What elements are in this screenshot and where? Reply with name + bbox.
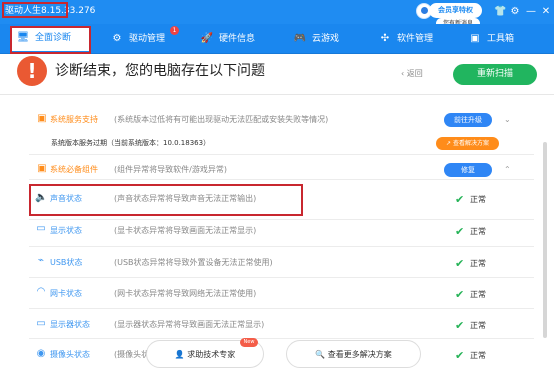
separator bbox=[0, 94, 554, 95]
components-title: 系统必备组件 bbox=[50, 165, 98, 174]
expert-label: 求助技术专家 bbox=[187, 350, 236, 359]
row-title: 显示器状态 bbox=[50, 320, 90, 329]
row-title: USB状态 bbox=[50, 258, 83, 267]
row-title: 摄像头状态 bbox=[50, 350, 90, 359]
tab-label: 工具箱 bbox=[487, 34, 515, 44]
status-label: 正常 bbox=[470, 321, 486, 330]
display-icon: ▭ bbox=[36, 223, 46, 234]
row-desc: (网卡状态异常将导致网络无法正常使用) bbox=[114, 289, 257, 298]
status-label: 正常 bbox=[470, 195, 486, 204]
more-solutions-button[interactable]: 🔍 查看更多解决方案 bbox=[286, 340, 421, 368]
check-icon: ✔ bbox=[455, 288, 465, 301]
check-icon: ✔ bbox=[455, 257, 465, 270]
tab-cloud-game[interactable]: 🎮 云游戏 bbox=[293, 31, 339, 48]
new-badge: New bbox=[240, 338, 258, 347]
repair-button[interactable]: 修复 bbox=[444, 163, 492, 177]
tab-hardware[interactable]: 🚀 硬件信息 bbox=[200, 31, 255, 48]
service-desc: (系统版本过低将有可能出现驱动无法匹配或安装失败等情况) bbox=[114, 115, 329, 124]
gear-icon: ⚙ bbox=[112, 33, 122, 44]
service-title: 系统服务支持 bbox=[50, 115, 98, 124]
check-icon: ✔ bbox=[455, 193, 465, 206]
main-nav: 🖥 全面诊断 ⚙ 驱动管理 🚀 硬件信息 🎮 云游戏 ✣ 软件管理 ▣ 工具箱 bbox=[0, 24, 554, 54]
divider bbox=[29, 179, 534, 180]
solution-label: 查看解决方案 bbox=[452, 140, 489, 147]
shirt-icon[interactable]: 👕 bbox=[494, 6, 506, 18]
divider bbox=[29, 219, 534, 220]
divider bbox=[29, 308, 534, 309]
chevron-down-icon[interactable]: ⌄ bbox=[504, 116, 512, 124]
status-label: 正常 bbox=[470, 259, 486, 268]
rocket-icon: 🚀 bbox=[200, 33, 214, 44]
status-label: 正常 bbox=[470, 351, 486, 360]
tab-driver[interactable]: ⚙ 驱动管理 bbox=[110, 31, 166, 48]
tab-software[interactable]: ✣ 软件管理 bbox=[378, 31, 433, 48]
divider bbox=[29, 338, 534, 339]
back-link[interactable]: ‹ 返回 bbox=[401, 68, 423, 79]
row-desc: (显示器状态异常将导致画面无法正常显示) bbox=[114, 320, 265, 329]
search-icon: 🔍 bbox=[315, 350, 326, 359]
highlight-box-row bbox=[29, 184, 303, 216]
rescan-button[interactable]: 重新扫描 bbox=[453, 64, 537, 85]
status-label: 正常 bbox=[470, 290, 486, 299]
gamepad-icon: 🎮 bbox=[293, 33, 307, 44]
member-pill[interactable]: 会员享特权 bbox=[429, 3, 482, 18]
calendar-icon: ▣ bbox=[37, 163, 47, 174]
gear-icon[interactable]: ⚙ bbox=[509, 6, 521, 18]
tab-label: 云游戏 bbox=[312, 34, 340, 44]
divider bbox=[29, 154, 534, 155]
minimize-icon[interactable]: — bbox=[525, 6, 537, 18]
title-bar: 驱动人生8.15.33.276 会员享特权 您有新消息 👕 ⚙ — ✕ bbox=[0, 0, 554, 29]
warning-icon: ! bbox=[17, 56, 47, 86]
page-title: 诊断结束，您的电脑存在以下问题 bbox=[55, 63, 265, 79]
version-text: 系统版本服务过期（当前系统版本：10.0.18363） bbox=[51, 139, 211, 147]
check-icon: ✔ bbox=[455, 349, 465, 362]
status-label: 正常 bbox=[470, 227, 486, 236]
more-label: 查看更多解决方案 bbox=[327, 350, 392, 359]
divider bbox=[29, 277, 534, 278]
highlight-box-tab bbox=[10, 26, 91, 54]
check-icon: ✔ bbox=[455, 319, 465, 332]
person-icon: 👤 bbox=[174, 350, 185, 359]
apps-icon: ✣ bbox=[380, 33, 390, 44]
highlight-box-title bbox=[2, 2, 68, 18]
toolbox-icon: ▣ bbox=[470, 33, 480, 44]
wifi-icon: ◠ bbox=[36, 286, 46, 297]
close-icon[interactable]: ✕ bbox=[540, 6, 552, 18]
row-title: 显示状态 bbox=[50, 226, 82, 235]
check-icon: ✔ bbox=[455, 225, 465, 238]
chevron-up-icon[interactable]: ⌃ bbox=[504, 166, 512, 174]
tab-label: 硬件信息 bbox=[219, 34, 256, 44]
tab-label: 驱动管理 bbox=[129, 34, 166, 44]
monitor-icon: ▭ bbox=[36, 318, 46, 329]
scrollbar[interactable] bbox=[543, 142, 547, 338]
components-desc: (组件异常将导致软件/游戏异常) bbox=[114, 165, 227, 174]
tab-toolbox[interactable]: ▣ 工具箱 bbox=[468, 31, 514, 48]
divider bbox=[29, 246, 534, 247]
row-desc: (USB状态异常将导致外置设备无法正常使用) bbox=[114, 258, 273, 267]
camera-icon: ◉ bbox=[36, 348, 46, 359]
tab-label: 软件管理 bbox=[397, 34, 434, 44]
back-label: 返回 bbox=[406, 69, 423, 78]
usb-icon: ⌁ bbox=[37, 255, 45, 266]
upgrade-button[interactable]: 前往升级 bbox=[444, 113, 492, 127]
row-title: 网卡状态 bbox=[50, 289, 82, 298]
row-desc: (显卡状态异常将导致画面无法正常显示) bbox=[114, 226, 257, 235]
solution-button[interactable]: ↗ 查看解决方案 bbox=[436, 137, 499, 150]
notification-badge: 1 bbox=[170, 26, 179, 35]
calendar-icon: ▣ bbox=[37, 113, 47, 124]
